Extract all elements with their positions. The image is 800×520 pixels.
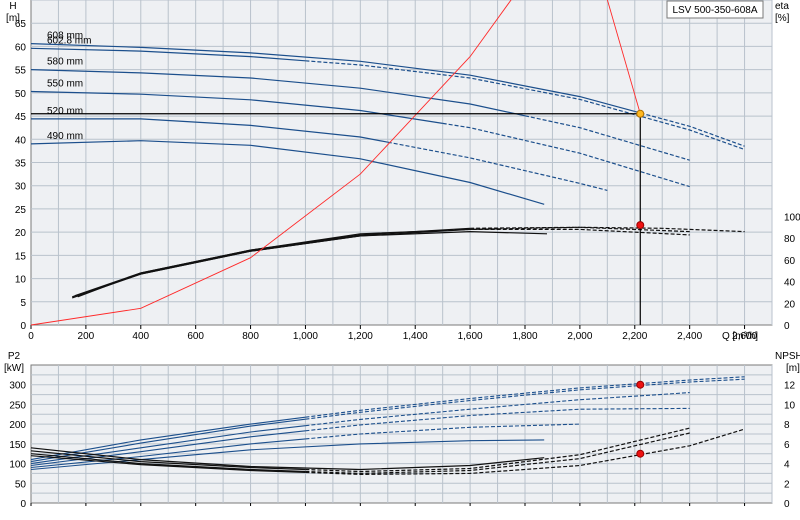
y-left-tick-label: 50 bbox=[15, 89, 27, 100]
y-left-tick-label: 45 bbox=[15, 112, 27, 123]
x-tick-label: 800 bbox=[242, 331, 259, 342]
chart-title-box: LSV 500-350-608A bbox=[666, 0, 764, 19]
y-right-tick-label: 100 bbox=[784, 212, 800, 223]
y-left-axis-name: H bbox=[9, 1, 16, 12]
power-npsh-panel: 0 50 100 150 200 250 300 P2[kW] 0 2 4 6 8 10 12 NPSH[m] bbox=[4, 351, 800, 510]
head-curve-label: 550 mm bbox=[47, 78, 83, 89]
x-tick-label: 2,400 bbox=[677, 331, 702, 342]
npsh-tick-label: 8 bbox=[784, 420, 790, 431]
pump-performance-chart: 0 200 400 600 800 1,000 1,200 1,400 1,600 1,800 2,… bbox=[4, 0, 800, 510]
y-left-tick-label: 25 bbox=[15, 205, 27, 216]
y-right-axis-name: eta bbox=[775, 1, 789, 12]
head-curve-label: 580 mm bbox=[47, 57, 83, 68]
x-tick-label: 1,200 bbox=[348, 331, 373, 342]
x-tick-label: 200 bbox=[78, 331, 95, 342]
head-efficiency-panel: 0 200 400 600 800 1,000 1,200 1,400 1,600 1,800 2,… bbox=[6, 0, 800, 342]
x-tick-label: 400 bbox=[132, 331, 149, 342]
x-tick-label: 1,400 bbox=[403, 331, 428, 342]
p2-axis-name: P2 bbox=[8, 351, 21, 362]
y-right-tick-label: 80 bbox=[784, 234, 796, 245]
y-left-tick-label: 5 bbox=[20, 298, 26, 309]
y-left-tick-label: 30 bbox=[15, 182, 27, 193]
x-tick-label: 0 bbox=[28, 331, 34, 342]
npsh-tick-label: 4 bbox=[784, 460, 790, 471]
p2-tick-label: 0 bbox=[20, 499, 26, 510]
x-tick-label: 1,000 bbox=[293, 331, 318, 342]
head-curve-label: 602.8 mm bbox=[47, 35, 91, 46]
x-tick-label: 600 bbox=[187, 331, 204, 342]
x-tick-label: 1,600 bbox=[458, 331, 483, 342]
p2-tick-label: 200 bbox=[9, 420, 26, 431]
y-left-tick-label: 0 bbox=[20, 321, 26, 332]
npsh-tick-label: 0 bbox=[784, 499, 790, 510]
x-tick-label: 1,800 bbox=[512, 331, 537, 342]
duty-point-p2-marker bbox=[636, 380, 645, 389]
y-right-tick-label: 0 bbox=[784, 321, 790, 332]
x-tick-label: 2,000 bbox=[567, 331, 592, 342]
npsh-axis-unit: [m] bbox=[786, 363, 800, 374]
y-left-tick-label: 15 bbox=[15, 251, 27, 262]
duty-point-npsh-marker bbox=[636, 449, 645, 458]
p2-tick-label: 50 bbox=[15, 479, 27, 490]
p2-tick-label: 100 bbox=[9, 460, 26, 471]
y-left-tick-label: 40 bbox=[15, 135, 27, 146]
y-left-tick-label: 55 bbox=[15, 66, 27, 77]
chart-title: LSV 500-350-608A bbox=[672, 5, 757, 16]
y-right-tick-label: 20 bbox=[784, 299, 796, 310]
npsh-tick-label: 2 bbox=[784, 479, 790, 490]
p2-tick-label: 250 bbox=[9, 400, 26, 411]
p2-tick-label: 300 bbox=[9, 381, 26, 392]
npsh-axis-name: NPSH bbox=[775, 351, 800, 362]
x-tick-label: 2,200 bbox=[622, 331, 647, 342]
p2-tick-label: 150 bbox=[9, 440, 26, 451]
y-right-tick-label: 60 bbox=[784, 256, 796, 267]
npsh-tick-label: 10 bbox=[784, 400, 796, 411]
head-curve-label: 520 mm bbox=[47, 106, 83, 117]
y-left-axis-unit: [m] bbox=[6, 13, 20, 24]
duty-point-head-marker bbox=[636, 109, 645, 118]
y-left-tick-label: 35 bbox=[15, 159, 27, 170]
duty-point-eta-marker bbox=[636, 221, 645, 230]
y-left-tick-label: 20 bbox=[15, 228, 27, 239]
y-right-tick-label: 40 bbox=[784, 278, 796, 289]
y-left-tick-label: 60 bbox=[15, 42, 27, 53]
x-axis-label: Q [m³/h] bbox=[722, 331, 758, 342]
y-right-axis-unit: [%] bbox=[775, 13, 790, 24]
p2-axis-unit: [kW] bbox=[4, 363, 24, 374]
npsh-tick-label: 12 bbox=[784, 381, 796, 392]
y-left-tick-label: 10 bbox=[15, 275, 27, 286]
head-curve-label: 490 mm bbox=[47, 131, 83, 142]
npsh-tick-label: 6 bbox=[784, 440, 790, 451]
